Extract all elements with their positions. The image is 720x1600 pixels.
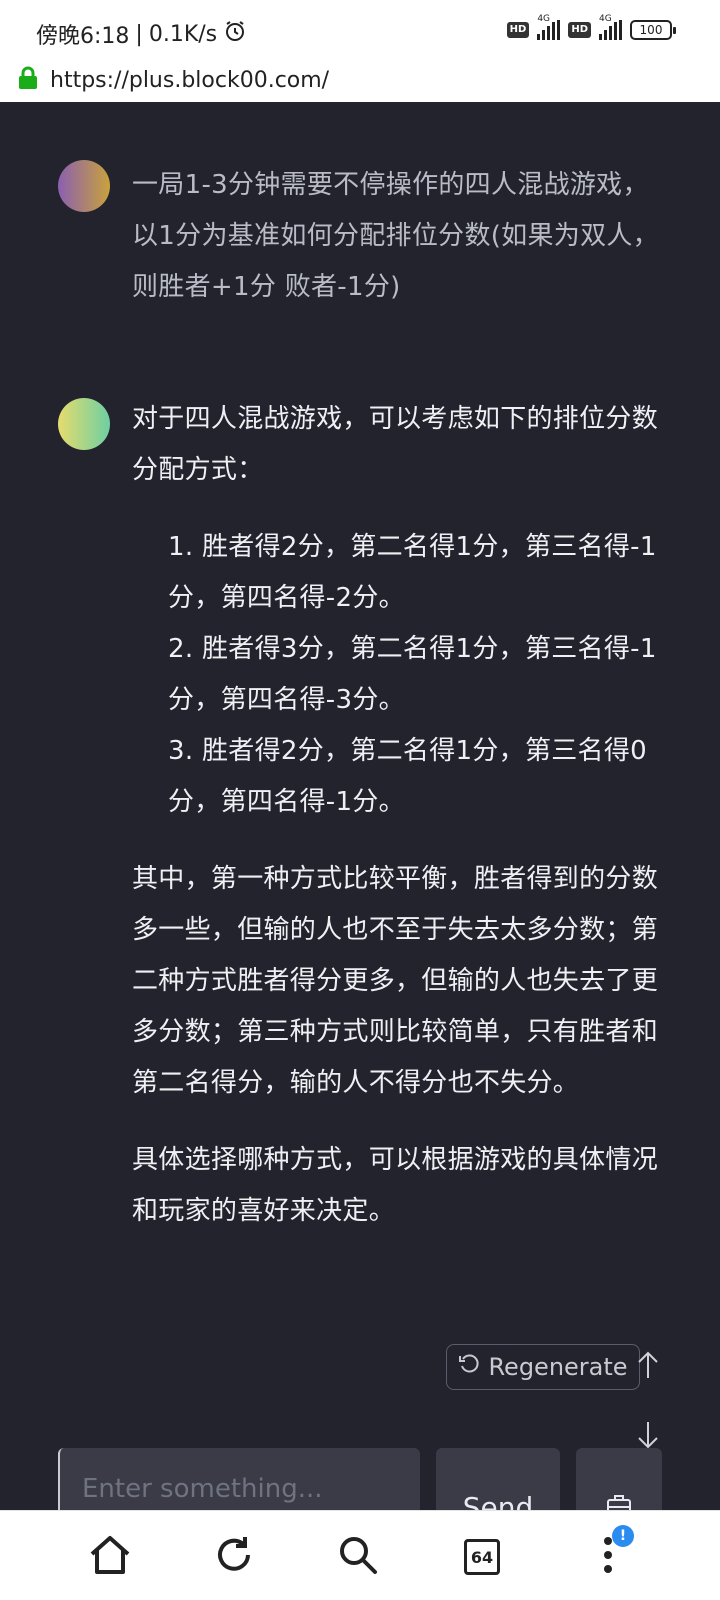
alarm-icon: [223, 19, 247, 49]
home-icon: [88, 1534, 132, 1580]
more-menu-button[interactable]: !: [584, 1525, 634, 1581]
toolbox-icon: [605, 1492, 633, 1510]
status-left: 傍晚6:18 | 0.1K/s: [36, 18, 247, 50]
signal-icon-2: 4G: [599, 14, 622, 40]
search-button[interactable]: [334, 1533, 382, 1581]
home-button[interactable]: [86, 1533, 134, 1581]
assistant-analysis: 其中，第一种方式比较平衡，胜者得到的分数多一些，但输的人也不至于失去太多分数；第…: [132, 864, 659, 1098]
status-right: HD 4G HD 4G 100: [506, 14, 676, 40]
search-icon: [337, 1534, 379, 1580]
list-item: 3. 胜者得2分，第二名得1分，第三名得0分，第四名得-1分。: [168, 736, 647, 817]
send-button[interactable]: Send: [436, 1448, 560, 1510]
list-item: 2. 胜者得3分，第二名得1分，第三名得-1分，第四名得-3分。: [168, 634, 657, 715]
battery-indicator: 100: [630, 20, 676, 40]
assistant-intro: 对于四人混战游戏，可以考虑如下的排位分数分配方式：: [132, 404, 659, 485]
signal-icon-1: 4G: [537, 14, 561, 40]
assistant-avatar: [58, 398, 110, 450]
status-bar: 傍晚6:18 | 0.1K/s HD 4G HD 4G 100: [0, 0, 720, 64]
lock-icon: [18, 66, 38, 94]
assistant-message: 对于四人混战游戏，可以考虑如下的排位分数分配方式： 1. 胜者得2分，第二名得1…: [132, 394, 662, 1263]
more-icon: [603, 1535, 613, 1579]
options-list: 1. 胜者得2分，第二名得1分，第三名得-1分，第四名得-2分。 2. 胜者得3…: [168, 522, 662, 828]
regenerate-icon: [458, 1353, 480, 1381]
hd-badge-2: HD: [568, 22, 591, 38]
toolbox-button[interactable]: [576, 1448, 662, 1510]
network-type-2: 4G: [599, 14, 612, 24]
network-type-1: 4G: [537, 14, 551, 24]
tabs-icon: 64: [464, 1539, 500, 1575]
chat-area: 一局1-3分钟需要不停操作的四人混战游戏，以1分为基准如何分配排位分数(如果为双…: [0, 102, 720, 1510]
regenerate-button[interactable]: Regenerate: [446, 1344, 640, 1390]
refresh-icon: [213, 1534, 255, 1580]
network-speed: 0.1K/s: [148, 21, 218, 47]
message-input[interactable]: Enter something...: [58, 1448, 420, 1510]
user-avatar: [58, 160, 110, 212]
hd-badge-1: HD: [506, 22, 530, 38]
clock-time: 傍晚6:18: [36, 24, 130, 49]
notification-badge: !: [612, 1525, 634, 1547]
assistant-conclusion: 具体选择哪种方式，可以根据游戏的具体情况和玩家的喜好来决定。: [132, 1145, 659, 1226]
bottom-navigation: 64 !: [0, 1510, 720, 1600]
url-text[interactable]: https://plus.block00.com/: [50, 68, 329, 93]
arrow-up-icon: [636, 1351, 660, 1388]
regenerate-label: Regenerate: [488, 1353, 628, 1381]
address-bar[interactable]: https://plus.block00.com/: [0, 58, 720, 102]
user-message: 一局1-3分钟需要不停操作的四人混战游戏，以1分为基准如何分配排位分数(如果为双…: [132, 170, 659, 302]
list-item: 1. 胜者得2分，第二名得1分，第三名得-1分，第四名得-2分。: [168, 532, 657, 613]
tabs-button[interactable]: 64: [458, 1533, 506, 1581]
status-separator: |: [135, 21, 143, 47]
refresh-button[interactable]: [210, 1533, 258, 1581]
scroll-up-button[interactable]: [636, 1350, 660, 1388]
